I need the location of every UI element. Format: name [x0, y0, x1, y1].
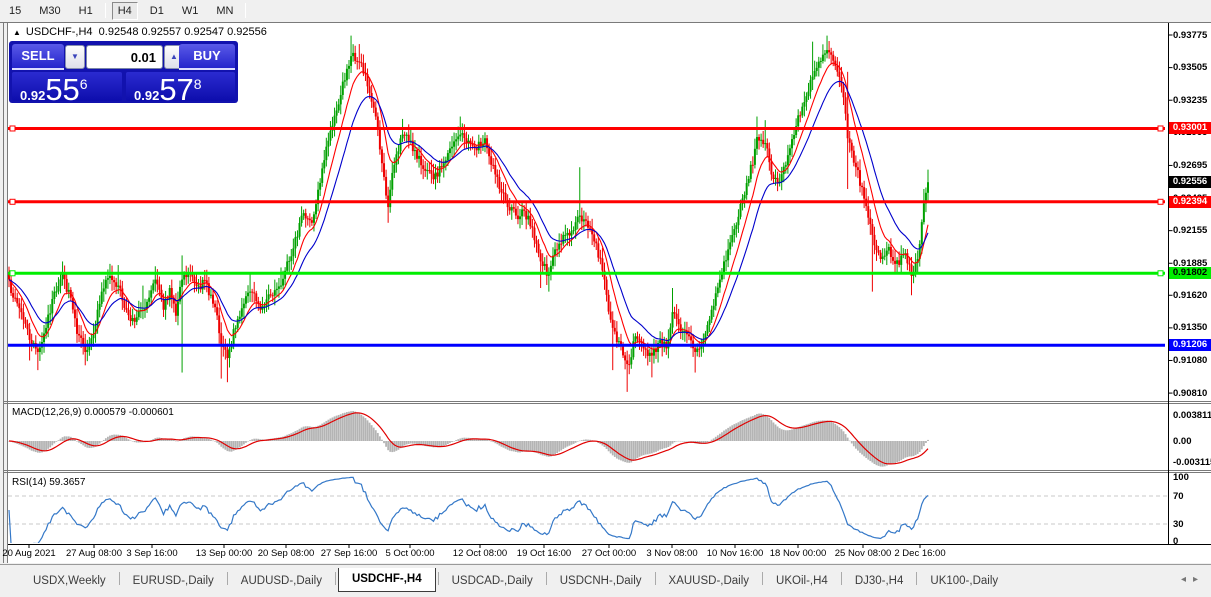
lot-size-input[interactable]: [86, 45, 163, 69]
price-axis-tick[interactable]: 0.93775: [1173, 30, 1207, 41]
time-axis-label[interactable]: 27 Aug 08:00: [66, 548, 122, 560]
tab-separator: [226, 572, 228, 585]
time-axis-label[interactable]: 12 Oct 08:00: [453, 548, 507, 560]
tab-separator: [437, 572, 439, 585]
rsi-axis-tick[interactable]: 100: [1173, 472, 1189, 483]
chart-symbol-title: USDCHF-,H4: [25, 26, 93, 38]
time-axis-label[interactable]: 27 Sep 16:00: [321, 548, 378, 560]
chart-tab-uk100-daily[interactable]: UK100-,Daily: [919, 571, 1009, 592]
price-axis-tick[interactable]: 0.93505: [1173, 62, 1207, 73]
time-axis-label[interactable]: 25 Nov 08:00: [835, 548, 892, 560]
macd-axis-tick[interactable]: -0.003115: [1173, 457, 1211, 468]
buy-price-big: 57: [159, 72, 194, 107]
time-axis-label[interactable]: 27 Oct 00:00: [582, 548, 636, 560]
time-axis-label[interactable]: 13 Sep 00:00: [196, 548, 253, 560]
sell-price-big: 55: [45, 72, 80, 107]
buy-price-pip: 8: [193, 76, 202, 92]
price-axis-tick[interactable]: 0.91620: [1173, 290, 1207, 301]
time-axis-label[interactable]: 3 Sep 16:00: [126, 548, 177, 560]
tab-separator: [334, 572, 336, 585]
rsi-axis-tick[interactable]: 0: [1173, 536, 1178, 547]
tab-scroll-right-icon[interactable]: ▸: [1193, 574, 1205, 585]
chart-tab-eurusd-daily[interactable]: EURUSD-,Daily: [122, 571, 225, 592]
rsi-value: 59.3657: [49, 477, 86, 488]
chart-tab-usdx-weekly[interactable]: USDX,Weekly: [22, 571, 117, 592]
time-axis-label[interactable]: 5 Oct 00:00: [385, 548, 434, 560]
chart-tab-xauusd-daily[interactable]: XAUUSD-,Daily: [658, 571, 761, 592]
sell-price-pip: 6: [79, 76, 88, 92]
macd-pane-label: MACD(12,26,9) 0.000579 -0.000601: [12, 407, 174, 418]
time-axis-label[interactable]: 20 Aug 2021: [2, 548, 55, 560]
chart-tab-usdchf-h4[interactable]: USDCHF-,H4: [337, 568, 436, 592]
level-price-tag[interactable]: 0.93001: [1169, 122, 1211, 134]
lot-size-group: ▼ ▲: [65, 45, 184, 69]
chart-tab-dj30-h4[interactable]: DJ30-,H4: [844, 571, 915, 592]
tab-separator: [840, 572, 842, 585]
one-click-trading-panel: SELL ▼ ▲ BUY 0.92556 0.92578: [9, 41, 238, 107]
macd-axis-tick[interactable]: 0.00: [1173, 436, 1192, 447]
current-price-tag[interactable]: 0.92556: [1169, 176, 1211, 188]
chart-tab-ukoil-h4[interactable]: UKOil-,H4: [765, 571, 839, 592]
time-axis-label[interactable]: 10 Nov 16:00: [707, 548, 764, 560]
macd-signal-value: -0.000601: [128, 407, 174, 418]
collapse-triangle-icon[interactable]: ▲: [13, 28, 21, 37]
price-axis-tick[interactable]: 0.93235: [1173, 95, 1207, 106]
chart-tab-audusd-daily[interactable]: AUDUSD-,Daily: [230, 571, 333, 592]
ohlc-header: ▲ USDCHF-,H4 0.92548 0.92557 0.92547 0.92…: [13, 26, 267, 38]
tab-separator: [762, 572, 764, 585]
price-axis-tick[interactable]: 0.92695: [1173, 160, 1207, 171]
price-axis-tick[interactable]: 0.91350: [1173, 322, 1207, 333]
rsi-name: RSI(14): [12, 477, 47, 488]
price-axis-tick[interactable]: 0.90810: [1173, 388, 1207, 399]
time-axis-label[interactable]: 20 Sep 08:00: [258, 548, 315, 560]
macd-axis-tick[interactable]: 0.003811: [1173, 410, 1211, 421]
macd-main-value: 0.000579: [84, 407, 126, 418]
macd-name: MACD(12,26,9): [12, 407, 82, 418]
tab-separator: [916, 572, 918, 585]
tab-scroll-arrows[interactable]: ◂▸: [1181, 574, 1205, 585]
ohlc-values: 0.92548 0.92557 0.92547 0.92556: [98, 26, 267, 38]
time-axis-label[interactable]: 19 Oct 16:00: [517, 548, 571, 560]
buy-button[interactable]: BUY: [179, 44, 235, 70]
tab-separator: [545, 572, 547, 585]
tab-separator: [118, 572, 120, 585]
chart-tabs-bar: USDX,Weekly EURUSD-,Daily AUDUSD-,Daily USD…: [0, 564, 1211, 592]
buy-price-display[interactable]: 0.92578: [126, 72, 235, 107]
tab-separator: [654, 572, 656, 585]
lot-decrease-button[interactable]: ▼: [65, 45, 85, 69]
level-price-tag[interactable]: 0.91802: [1169, 267, 1211, 279]
price-axis-tick[interactable]: 0.91080: [1173, 355, 1207, 366]
level-price-tag[interactable]: 0.91206: [1169, 339, 1211, 351]
rsi-pane-label: RSI(14) 59.3657: [12, 477, 85, 488]
level-price-tag[interactable]: 0.92394: [1169, 196, 1211, 208]
rsi-axis-tick[interactable]: 30: [1173, 519, 1184, 530]
tab-scroll-left-icon[interactable]: ◂: [1181, 574, 1193, 585]
time-axis-label[interactable]: 18 Nov 00:00: [770, 548, 827, 560]
rsi-axis-tick[interactable]: 70: [1173, 491, 1184, 502]
chart-tab-usdcnh-daily[interactable]: USDCNH-,Daily: [549, 571, 653, 592]
price-axis-tick[interactable]: 0.92155: [1173, 225, 1207, 236]
sell-price-display[interactable]: 0.92556: [12, 72, 122, 107]
time-axis-label[interactable]: 2 Dec 16:00: [894, 548, 945, 560]
chart-tab-usdcad-daily[interactable]: USDCAD-,Daily: [441, 571, 544, 592]
buy-price-prefix: 0.92: [134, 88, 160, 103]
sell-button[interactable]: SELL: [12, 44, 64, 70]
sell-price-prefix: 0.92: [20, 88, 46, 103]
time-axis-label[interactable]: 3 Nov 08:00: [646, 548, 697, 560]
